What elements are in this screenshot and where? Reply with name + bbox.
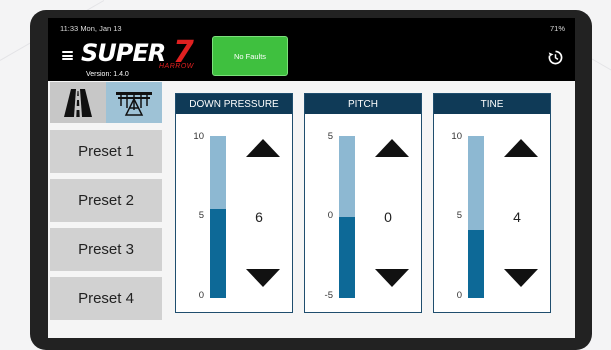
logo-sub: HARROW	[159, 63, 194, 70]
status-battery: 71%	[550, 24, 565, 33]
down-pressure-panel: DOWN PRESSURE 10 5 0 6	[175, 93, 293, 313]
panel-title: DOWN PRESSURE	[176, 94, 292, 114]
app-screen: 11:33 Mon, Jan 13 71% SUPER 7 HARROW Ver…	[48, 18, 575, 338]
history-icon[interactable]	[548, 50, 563, 65]
down-pressure-value: 6	[255, 209, 263, 225]
pitch-gauge	[339, 136, 355, 298]
faults-status-button[interactable]: No Faults	[212, 36, 288, 76]
version-label: Version: 1.4.0	[86, 71, 129, 78]
gauge-mid-label: 0	[327, 210, 333, 221]
gauge-mid-label: 5	[456, 210, 462, 221]
decrease-arrow-icon[interactable]	[246, 269, 280, 287]
mode-tabs	[50, 82, 162, 123]
gauge-fill	[210, 208, 226, 298]
pitch-value: 0	[384, 209, 392, 225]
gauge-max-label: 10	[451, 131, 462, 142]
preset-2-button[interactable]: Preset 2	[50, 179, 162, 225]
gauge-min-label: 0	[456, 290, 462, 301]
gauge-fill	[339, 217, 355, 298]
increase-arrow-icon[interactable]	[504, 139, 538, 157]
gauge-mid-label: 5	[198, 210, 204, 221]
increase-arrow-icon[interactable]	[375, 139, 409, 157]
hamburger-icon[interactable]	[62, 51, 73, 60]
decrease-arrow-icon[interactable]	[504, 269, 538, 287]
logo-text: SUPER	[81, 39, 166, 67]
pitch-panel: PITCH 5 0 -5 0	[304, 93, 422, 313]
preset-1-button[interactable]: Preset 1	[50, 130, 162, 176]
status-time-text: 11:33	[60, 24, 79, 33]
harrow-icon	[116, 91, 152, 116]
tine-value: 4	[513, 209, 521, 225]
tab-road[interactable]	[50, 82, 106, 123]
gauge-max-label: 5	[327, 131, 333, 142]
decrease-arrow-icon[interactable]	[375, 269, 409, 287]
app-bar: 11:33 Mon, Jan 13 71% SUPER 7 HARROW Ver…	[48, 18, 575, 81]
down-pressure-gauge	[210, 136, 226, 298]
preset-4-button[interactable]: Preset 4	[50, 277, 162, 323]
tab-harrow[interactable]	[106, 82, 162, 123]
panel-title: PITCH	[305, 94, 421, 114]
gauge-max-label: 10	[193, 131, 204, 142]
road-icon	[64, 88, 92, 117]
gauge-min-label: 0	[198, 290, 204, 301]
preset-3-button[interactable]: Preset 3	[50, 228, 162, 274]
super7-harrow-logo: SUPER 7 HARROW	[81, 38, 211, 72]
status-date-text: Mon, Jan 13	[80, 24, 122, 33]
gauge-min-label: -5	[324, 290, 333, 301]
increase-arrow-icon[interactable]	[246, 139, 280, 157]
battery-text: 71%	[549, 24, 565, 33]
panel-title: TINE	[434, 94, 550, 114]
status-time: 11:33 Mon, Jan 13	[60, 24, 122, 33]
gauge-fill	[468, 229, 484, 298]
tine-gauge	[468, 136, 484, 298]
tine-panel: TINE 10 5 0 4	[433, 93, 551, 313]
